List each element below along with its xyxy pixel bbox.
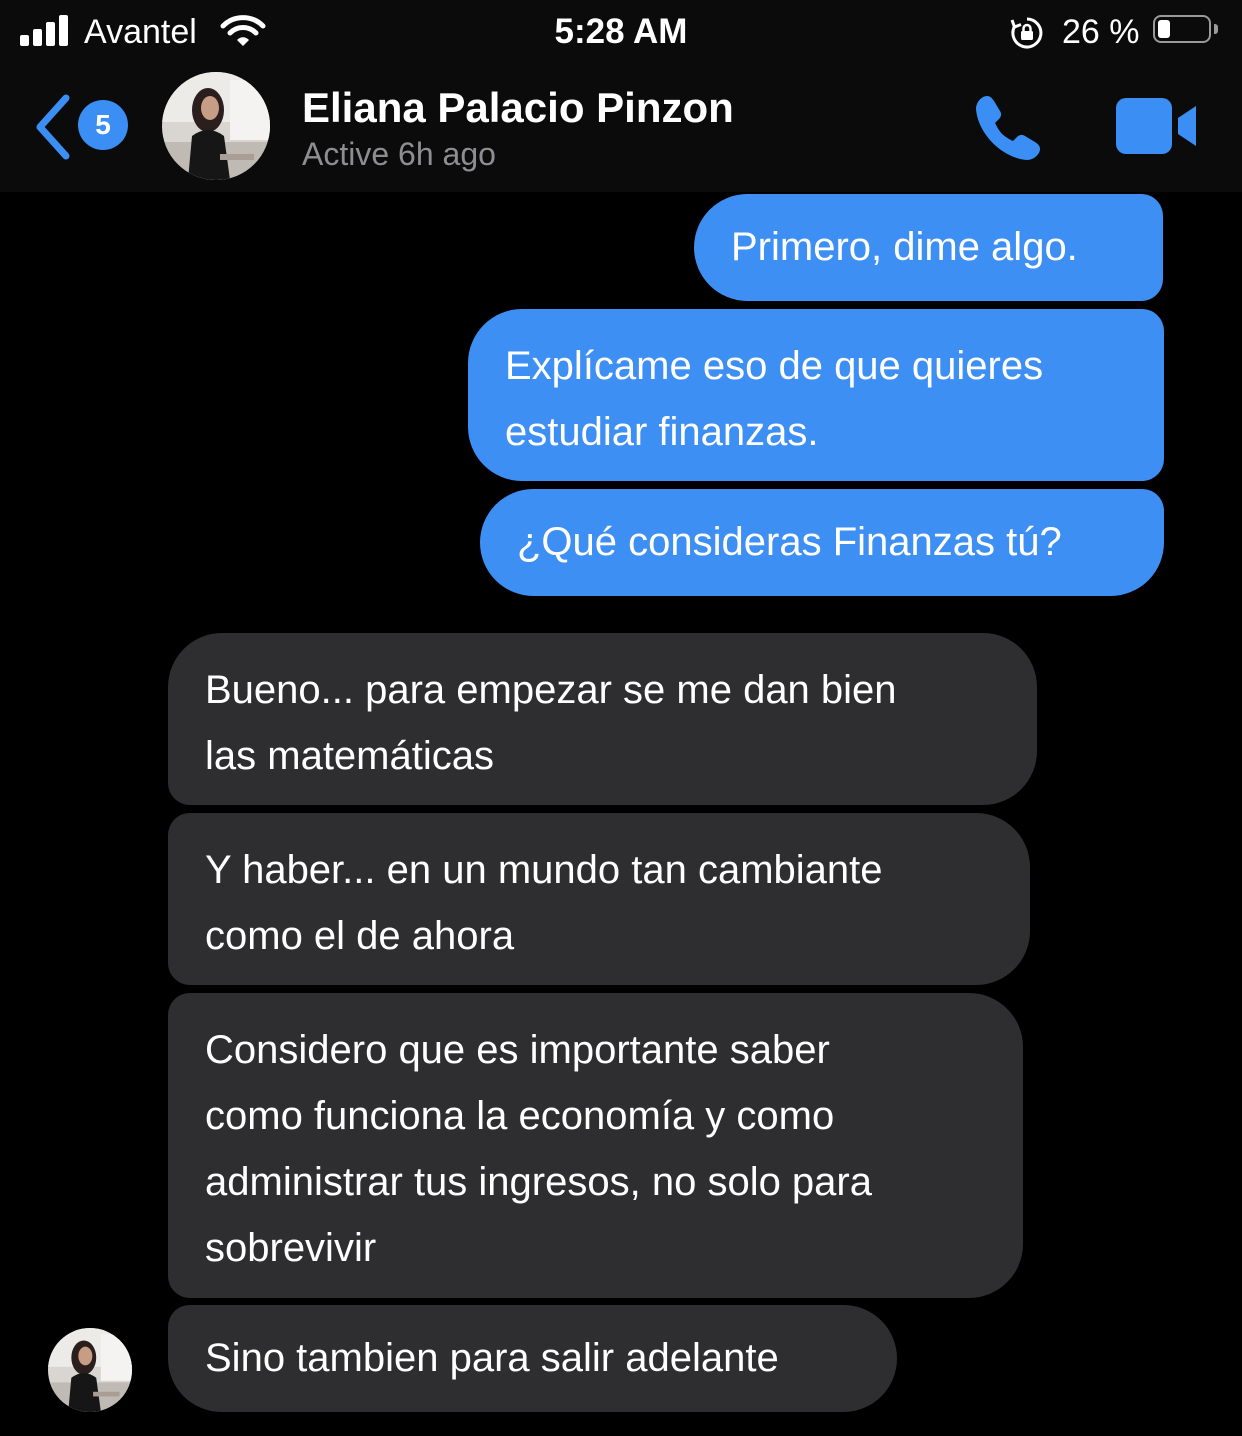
conversation-header: 5 Eliana Palacio Pinzon Active 6h ago — [0, 62, 1242, 192]
incoming-message[interactable]: Bueno... para empezar se me dan bien las… — [168, 633, 1037, 805]
message-text: ¿Qué consideras Finanzas tú? — [517, 520, 1062, 564]
incoming-message[interactable]: Considero que es importante saber como f… — [168, 993, 1023, 1298]
contact-name[interactable]: Eliana Palacio Pinzon — [302, 84, 734, 132]
contact-active-status: Active 6h ago — [302, 136, 496, 172]
battery-percent: 26 % — [1062, 13, 1140, 51]
message-text: Y haber... en un mundo tan cambiante — [205, 848, 883, 892]
message-text: Sino tambien para salir adelante — [205, 1336, 779, 1380]
sender-avatar[interactable] — [48, 1328, 132, 1412]
back-chevron-icon — [36, 94, 70, 160]
battery-icon — [1153, 15, 1211, 43]
unread-count-badge: 5 — [78, 100, 128, 150]
back-button[interactable]: 5 — [32, 92, 132, 162]
message-text: Considero que es importante saber — [205, 1028, 830, 1072]
status-time: 5:28 AM — [554, 12, 688, 51]
incoming-message[interactable]: Sino tambien para salir adelante — [168, 1305, 897, 1412]
voice-call-button[interactable] — [970, 90, 1046, 166]
message-text: Primero, dime algo. — [731, 225, 1078, 269]
message-text: como el de ahora — [205, 914, 515, 958]
avatar-photo — [162, 72, 270, 180]
message-text: como funciona la economía y como — [205, 1094, 835, 1138]
video-camera-icon — [1116, 98, 1196, 154]
rotation-lock-icon — [1010, 17, 1043, 49]
battery-cap — [1214, 24, 1218, 34]
message-text: sobrevivir — [205, 1226, 377, 1270]
message-text: estudiar finanzas. — [505, 410, 819, 454]
incoming-message[interactable]: Y haber... en un mundo tan cambiante com… — [168, 813, 1030, 985]
outgoing-message[interactable]: Explícame eso de que quieres estudiar fi… — [468, 309, 1164, 481]
message-list[interactable]: Primero, dime algo. Explícame eso de que… — [0, 192, 1242, 1436]
message-text: administrar tus ingresos, no solo para — [205, 1160, 872, 1204]
message-text: Explícame eso de que quieres — [505, 344, 1044, 388]
status-bar: Avantel 5:28 AM 26 % — [0, 0, 1242, 62]
message-text: las matemáticas — [205, 734, 494, 778]
contact-avatar[interactable] — [162, 72, 270, 180]
video-call-button[interactable] — [1114, 96, 1200, 156]
message-text: Bueno... para empezar se me dan bien — [205, 668, 897, 712]
outgoing-message[interactable]: Primero, dime algo. — [694, 194, 1163, 301]
phone-icon — [976, 96, 1040, 160]
avatar-photo — [48, 1328, 132, 1412]
battery-level-fill — [1158, 20, 1170, 38]
outgoing-message[interactable]: ¿Qué consideras Finanzas tú? — [480, 489, 1164, 596]
